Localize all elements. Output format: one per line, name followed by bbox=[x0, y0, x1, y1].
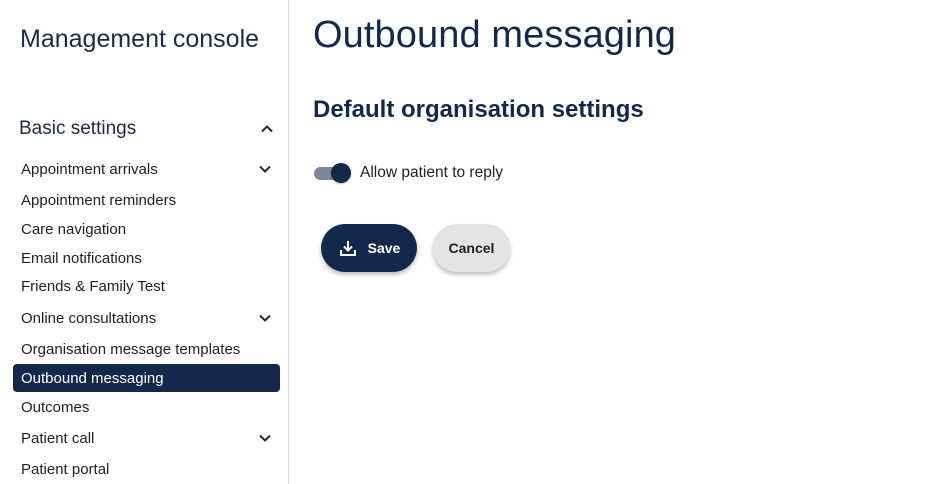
sidebar-item-patient-portal[interactable]: Patient portal bbox=[13, 455, 280, 483]
allow-reply-toggle[interactable] bbox=[313, 161, 351, 185]
sidebar-item-online-consultations[interactable]: Online consultations bbox=[13, 304, 280, 332]
sidebar-item-friends-family-test[interactable]: Friends & Family Test bbox=[13, 272, 280, 300]
sidebar-item-label: Appointment arrivals bbox=[21, 160, 158, 178]
page-title: Outbound messaging bbox=[313, 14, 677, 56]
section-title: Basic settings bbox=[19, 118, 137, 139]
chevron-down-icon bbox=[258, 311, 272, 325]
sidebar-item-patient-call[interactable]: Patient call bbox=[13, 424, 280, 452]
sidebar-item-label: Care navigation bbox=[21, 220, 127, 238]
chevron-down-icon bbox=[258, 162, 272, 176]
sidebar-item-label: Patient call bbox=[21, 429, 95, 447]
sidebar-item-label: Email notifications bbox=[21, 249, 142, 267]
sidebar-item-label: Outbound messaging bbox=[21, 369, 164, 387]
chevron-down-icon bbox=[258, 431, 272, 445]
sidebar-item-label: Organisation message templates bbox=[21, 340, 241, 358]
sidebar-item-label: Outcomes bbox=[21, 398, 90, 416]
cancel-button[interactable]: Cancel bbox=[433, 224, 510, 272]
sidebar-item-outcomes[interactable]: Outcomes bbox=[13, 393, 280, 421]
toggle-thumb bbox=[331, 163, 351, 183]
sidebar-item-label: Appointment reminders bbox=[21, 191, 177, 209]
sidebar-item-appointment-reminders[interactable]: Appointment reminders bbox=[13, 186, 280, 214]
download-icon bbox=[338, 238, 358, 258]
cancel-label: Cancel bbox=[448, 240, 495, 256]
chevron-up-icon bbox=[260, 122, 274, 136]
basic-settings-header[interactable]: Basic settings bbox=[13, 114, 280, 144]
sidebar: Management console Basic settings Appoin… bbox=[0, 0, 289, 484]
app: Management console Basic settings Appoin… bbox=[0, 0, 948, 484]
sidebar-item-care-navigation[interactable]: Care navigation bbox=[13, 215, 280, 243]
sidebar-item-appointment-arrivals[interactable]: Appointment arrivals bbox=[13, 155, 280, 183]
save-label: Save bbox=[367, 240, 401, 256]
save-button[interactable]: Save bbox=[321, 224, 417, 272]
sidebar-item-outbound-messaging[interactable]: Outbound messaging bbox=[13, 364, 280, 392]
allow-reply-label: Allow patient to reply bbox=[360, 164, 504, 181]
section-subtitle: Default organisation settings bbox=[313, 96, 644, 123]
sidebar-item-label: Online consultations bbox=[21, 309, 157, 327]
console-title: Management console bbox=[20, 25, 260, 53]
allow-reply-row: Allow patient to reply bbox=[313, 160, 503, 186]
sidebar-item-label: Patient portal bbox=[21, 460, 110, 478]
sidebar-item-organisation-message-templates[interactable]: Organisation message templates bbox=[13, 335, 280, 363]
sidebar-item-email-notifications[interactable]: Email notifications bbox=[13, 244, 280, 272]
sidebar-item-label: Friends & Family Test bbox=[21, 277, 165, 295]
